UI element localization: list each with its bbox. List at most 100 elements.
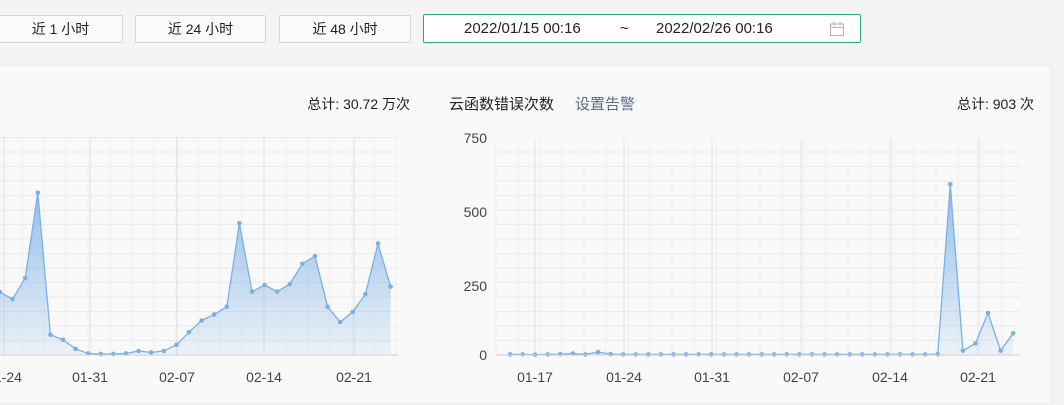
charts-canvas: 01-24 01-31 02-07 02-14 02-21 01-17 01-24 01-3…: [0, 130, 1020, 385]
data-point: [708, 352, 714, 357]
x-tick-label: 02-07: [783, 369, 819, 385]
x-tick-label: 01-24: [606, 369, 642, 385]
data-point: [759, 352, 764, 357]
data-point: [746, 352, 752, 357]
data-point: [822, 352, 827, 357]
error-total: 总计: 903 次: [956, 96, 1034, 112]
calendar-icon[interactable]: [829, 21, 845, 37]
data-point: [224, 304, 230, 310]
data-point: [161, 348, 167, 354]
y-tick-label: 250: [464, 278, 488, 294]
y-tick-label: 750: [464, 130, 488, 146]
error-chart-title: 云函数错误次数: [449, 96, 555, 113]
data-point: [388, 284, 393, 289]
data-point: [608, 351, 613, 357]
data-point: [48, 332, 53, 338]
data-point: [73, 346, 78, 352]
data-point: [363, 291, 368, 297]
data-point: [595, 349, 601, 355]
data-point: [998, 348, 1003, 353]
data-point: [136, 348, 141, 354]
data-point: [1010, 331, 1016, 336]
data-point: [797, 352, 802, 357]
data-point: [337, 319, 343, 325]
date-end: 2022/02/26 00:16: [656, 20, 773, 37]
x-tick-label: 02-14: [872, 369, 908, 385]
data-point: [620, 352, 626, 357]
data-point: [375, 241, 381, 246]
data-point: [809, 352, 815, 357]
error-count-chart: 01-17 01-24 01-31 02-07 02-14 02-21 750 500 250 0: [464, 130, 1020, 385]
data-point: [287, 281, 293, 287]
series-area: [0, 192, 391, 355]
data-point: [583, 352, 588, 357]
data-point: [885, 352, 890, 357]
date-start: 2022/01/15 00:16: [464, 20, 581, 37]
data-point: [922, 352, 928, 357]
x-tick-label: 01-24: [0, 369, 22, 385]
x-tick-label: 01-31: [72, 369, 108, 385]
data-point: [658, 352, 664, 357]
data-point: [859, 352, 865, 357]
x-tick-label: 02-21: [336, 369, 372, 385]
date-range-picker[interactable]: 2022/01/15 00:16 ~ 2022/02/26 00:16: [423, 14, 861, 43]
metrics-panel: 01-24 01-31 02-07 02-14 02-21 01-17 01-24 01-3…: [0, 65, 1052, 404]
data-point: [897, 352, 903, 357]
data-point: [148, 350, 154, 355]
data-point: [646, 352, 651, 357]
data-point: [545, 352, 551, 357]
data-point: [683, 352, 689, 357]
y-tick-label: 500: [464, 204, 488, 220]
data-point: [671, 352, 676, 357]
data-point: [199, 318, 204, 323]
data-point: [174, 342, 179, 348]
data-point: [948, 181, 953, 187]
data-point: [274, 289, 280, 294]
data-point: [35, 190, 41, 196]
x-tick-label: 02-07: [159, 369, 195, 385]
data-point: [696, 352, 701, 357]
data-point: [633, 352, 639, 357]
data-point: [872, 352, 878, 357]
data-point: [325, 304, 330, 310]
date-separator: ~: [620, 20, 629, 37]
invocation-total: 总计: 30.72 万次: [307, 96, 410, 112]
data-point: [22, 275, 28, 281]
x-tick-label: 01-17: [517, 369, 553, 385]
data-point: [985, 310, 991, 316]
data-point: [300, 261, 305, 267]
data-point: [834, 352, 840, 357]
range-24h-button[interactable]: 近 24 小时: [135, 15, 266, 43]
invocation-count-chart: 01-24 01-31 02-07 02-14 02-21: [0, 137, 398, 385]
data-point: [784, 352, 790, 357]
set-alert-link[interactable]: 设置告警: [575, 93, 635, 114]
range-1h-button[interactable]: 近 1 小时: [0, 15, 123, 43]
data-point: [960, 348, 966, 353]
range-48h-button[interactable]: 近 48 小时: [279, 15, 411, 43]
data-point: [847, 352, 852, 357]
data-point: [98, 351, 104, 357]
data-point: [973, 341, 978, 346]
data-point: [249, 289, 255, 294]
data-point: [60, 337, 66, 343]
data-point: [10, 296, 15, 302]
y-tick-label: 0: [479, 347, 487, 363]
data-point: [350, 309, 356, 315]
data-point: [721, 352, 727, 357]
data-point: [111, 351, 116, 357]
data-point: [262, 282, 267, 288]
data-point: [507, 352, 513, 357]
data-point: [734, 352, 739, 357]
data-point: [520, 352, 525, 357]
data-point: [558, 351, 563, 357]
data-point: [910, 352, 915, 357]
data-point: [771, 352, 777, 357]
data-point: [312, 253, 318, 259]
x-tick-label: 02-14: [246, 369, 282, 385]
data-point: [211, 312, 217, 317]
data-point: [186, 329, 192, 335]
data-point: [935, 351, 941, 357]
data-point: [237, 220, 242, 226]
time-range-toolbar: 近 1 小时 近 24 小时 近 48 小时 2022/01/15 00:16 …: [0, 0, 1064, 60]
x-tick-label: 01-31: [694, 369, 730, 385]
